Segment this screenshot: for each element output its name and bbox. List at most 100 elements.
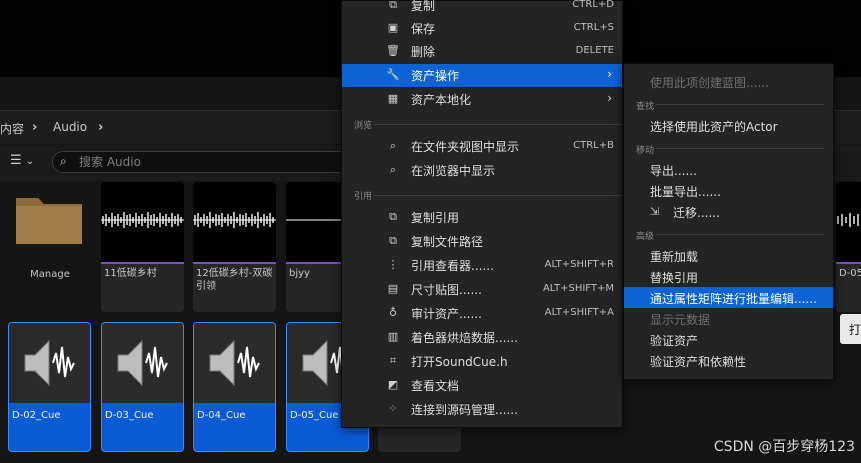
browser-search-icon: ⌕ bbox=[389, 163, 397, 176]
menu-item-label: 在文件夹视图中显示 bbox=[411, 140, 520, 154]
section-label-advanced: 高级 bbox=[636, 232, 655, 242]
menu-item-view-documentation[interactable]: ◩ 查看文档 bbox=[342, 374, 622, 397]
save-icon: ▣ bbox=[387, 21, 399, 34]
asset-label: D-02_Cue bbox=[12, 410, 61, 421]
submenu-item-replace-references[interactable]: 替换引用 bbox=[624, 266, 833, 287]
submenu-item-select-actors[interactable]: 选择使用此资产的Actor bbox=[624, 115, 833, 136]
menu-item-shortcut: CTRL+B bbox=[573, 140, 614, 151]
context-menu: ⧉ 复制 CTRL+D ▣ 保存 CTRL+S 🗑 删除 DELETE 🔧 资产… bbox=[341, 0, 623, 428]
soundcue-thumbnail bbox=[102, 323, 183, 403]
chevron-right-icon[interactable]: › bbox=[32, 120, 37, 135]
menu-item-shader-cook-data[interactable]: ▥ 着色器烘焙数据...... bbox=[342, 326, 622, 349]
menu-item-shortcut: ALT+SHIFT+M bbox=[542, 283, 614, 294]
filter-icon: ☰ bbox=[10, 153, 22, 168]
submenu-item-show-metadata: 显示元数据 bbox=[624, 308, 833, 329]
soundcue-thumbnail bbox=[9, 323, 90, 403]
menu-item-copy-file-path[interactable]: ⧉ 复制文件路径 bbox=[342, 230, 622, 253]
copy-icon: ⧉ bbox=[389, 0, 397, 11]
menu-divider bbox=[656, 234, 824, 235]
menu-item-label: 导出...... bbox=[650, 164, 697, 178]
asset-label: D-04_Cue bbox=[197, 410, 246, 421]
asset-tile-soundcue[interactable]: D-04_Cue bbox=[193, 322, 276, 452]
menu-item-label: 在浏览器中显示 bbox=[411, 164, 496, 178]
waveform-thumbnail bbox=[101, 182, 184, 262]
submenu-item-migrate[interactable]: ⇲ 迁移...... bbox=[624, 201, 833, 222]
menu-item-size-map[interactable]: ▤ 尺寸贴图...... ALT+SHIFT+M bbox=[342, 278, 622, 301]
menu-item-label: 连接到源码管理...... bbox=[411, 403, 518, 417]
menu-item-show-in-browser[interactable]: ⌕ 在浏览器中显示 bbox=[342, 159, 622, 182]
watermark: CSDN @百步穿杨123 bbox=[713, 439, 855, 455]
waveform-thumbnail bbox=[836, 182, 861, 262]
speaker-icon bbox=[24, 339, 75, 387]
menu-item-copy-reference[interactable]: ⧉ 复制引用 bbox=[342, 206, 622, 229]
search-icon: ⌕ bbox=[60, 154, 67, 168]
search-box[interactable]: ⌕ bbox=[52, 151, 352, 173]
asset-type-bar bbox=[193, 262, 276, 264]
asset-label: 11低碳乡村 bbox=[104, 268, 157, 279]
asset-tile-sound-partial[interactable]: D-05 bbox=[836, 182, 861, 312]
menu-divider bbox=[374, 195, 622, 196]
menu-item-open-soundcue-h[interactable]: ⌗ 打开SoundCue.h bbox=[342, 350, 622, 373]
submenu-item-bulk-edit-property-matrix[interactable]: 通过属性矩阵进行批量编辑...... bbox=[624, 287, 833, 308]
asset-tile-sound[interactable]: 11低碳乡村 bbox=[101, 182, 184, 312]
localize-icon: ▦ bbox=[387, 92, 399, 105]
submenu-item-reload[interactable]: 重新加载 bbox=[624, 245, 833, 266]
menu-item-label: 引用查看器...... bbox=[411, 259, 494, 273]
audit-icon: ♁ bbox=[388, 306, 398, 319]
menu-item-delete[interactable]: 🗑 删除 DELETE bbox=[342, 40, 622, 63]
asset-tile-folder[interactable]: Manage bbox=[8, 182, 91, 312]
menu-item-connect-source-control[interactable]: ⁘ 连接到源码管理...... bbox=[342, 398, 622, 421]
asset-tile-soundcue[interactable]: D-02_Cue bbox=[8, 322, 91, 452]
menu-item-shortcut: CTRL+S bbox=[573, 22, 614, 33]
menu-item-shortcut: ALT+SHIFT+A bbox=[544, 307, 614, 318]
asset-label: Manage bbox=[30, 269, 70, 280]
menu-item-show-in-folder[interactable]: ⌕ 在文件夹视图中显示 CTRL+B bbox=[342, 135, 622, 158]
asset-tile-sound[interactable]: 12低碳乡村-双碳引领 bbox=[193, 182, 276, 312]
submenu-item-bulk-export[interactable]: 批量导出...... bbox=[624, 180, 833, 201]
menu-item-label: 批量导出...... bbox=[650, 185, 721, 199]
menu-item-shortcut: DELETE bbox=[575, 45, 614, 56]
menu-item-label: 查看文档 bbox=[411, 379, 460, 393]
breadcrumb-item-audio[interactable]: Audio bbox=[53, 120, 87, 134]
chevron-right-icon: › bbox=[607, 91, 612, 105]
asset-actions-submenu: 使用此项创建蓝图...... 查找 选择使用此资产的Actor 移动 导出...… bbox=[623, 63, 834, 380]
source-control-icon: ⁘ bbox=[388, 402, 398, 415]
menu-item-asset-localization[interactable]: ▦ 资产本地化 › bbox=[342, 88, 622, 111]
submenu-item-export[interactable]: 导出...... bbox=[624, 159, 833, 180]
menu-item-reference-viewer[interactable]: ⋮ 引用查看器...... ALT+SHIFT+R bbox=[342, 254, 622, 277]
chevron-right-icon[interactable]: › bbox=[98, 120, 103, 135]
asset-type-bar bbox=[836, 262, 861, 264]
submenu-item-validate-assets-dependencies[interactable]: 验证资产和依赖性 bbox=[624, 350, 833, 371]
asset-label: D-05 bbox=[839, 268, 861, 279]
book-icon: ◩ bbox=[387, 378, 399, 391]
menu-item-shortcut: CTRL+D bbox=[572, 0, 614, 10]
menu-item-duplicate[interactable]: ⧉ 复制 CTRL+D bbox=[342, 0, 622, 17]
migrate-icon: ⇲ bbox=[650, 205, 660, 218]
filter-button[interactable]: ☰ ⌄ bbox=[10, 153, 44, 171]
menu-item-save[interactable]: ▣ 保存 CTRL+S bbox=[342, 17, 622, 40]
search-input[interactable] bbox=[79, 154, 339, 170]
menu-item-label: 验证资产和依赖性 bbox=[650, 355, 747, 369]
submenu-item-create-blueprint: 使用此项创建蓝图...... bbox=[624, 71, 833, 92]
menu-item-label: 显示元数据 bbox=[650, 313, 711, 327]
submenu-item-validate-assets[interactable]: 验证资产 bbox=[624, 329, 833, 350]
breadcrumb-item-content[interactable]: 内容 bbox=[0, 120, 24, 137]
menu-item-label: 复制引用 bbox=[411, 211, 460, 225]
menu-item-label: 尺寸贴图...... bbox=[411, 283, 482, 297]
menu-item-label: 替换引用 bbox=[650, 271, 699, 285]
menu-item-asset-actions[interactable]: 🔧 资产操作 › bbox=[342, 64, 622, 87]
chevron-down-icon: ⌄ bbox=[25, 156, 35, 167]
menu-item-label: 保存 bbox=[411, 22, 436, 36]
menu-divider bbox=[374, 124, 622, 125]
menu-item-audit-assets[interactable]: ♁ 审计资产...... ALT+SHIFT+A bbox=[342, 302, 622, 325]
partial-open-button[interactable]: 打 bbox=[840, 314, 861, 344]
menu-item-label: 审计资产...... bbox=[411, 307, 482, 321]
menu-item-label: 打开SoundCue.h bbox=[411, 355, 508, 369]
menu-item-label: 迁移...... bbox=[673, 206, 720, 220]
waveform-icon bbox=[101, 212, 184, 228]
asset-tile-soundcue[interactable]: D-03_Cue bbox=[101, 322, 184, 452]
menu-item-label: 资产本地化 bbox=[411, 93, 472, 107]
asset-label: D-03_Cue bbox=[105, 410, 154, 421]
reference-viewer-icon: ⋮ bbox=[387, 258, 399, 271]
chevron-right-icon: › bbox=[607, 67, 612, 81]
